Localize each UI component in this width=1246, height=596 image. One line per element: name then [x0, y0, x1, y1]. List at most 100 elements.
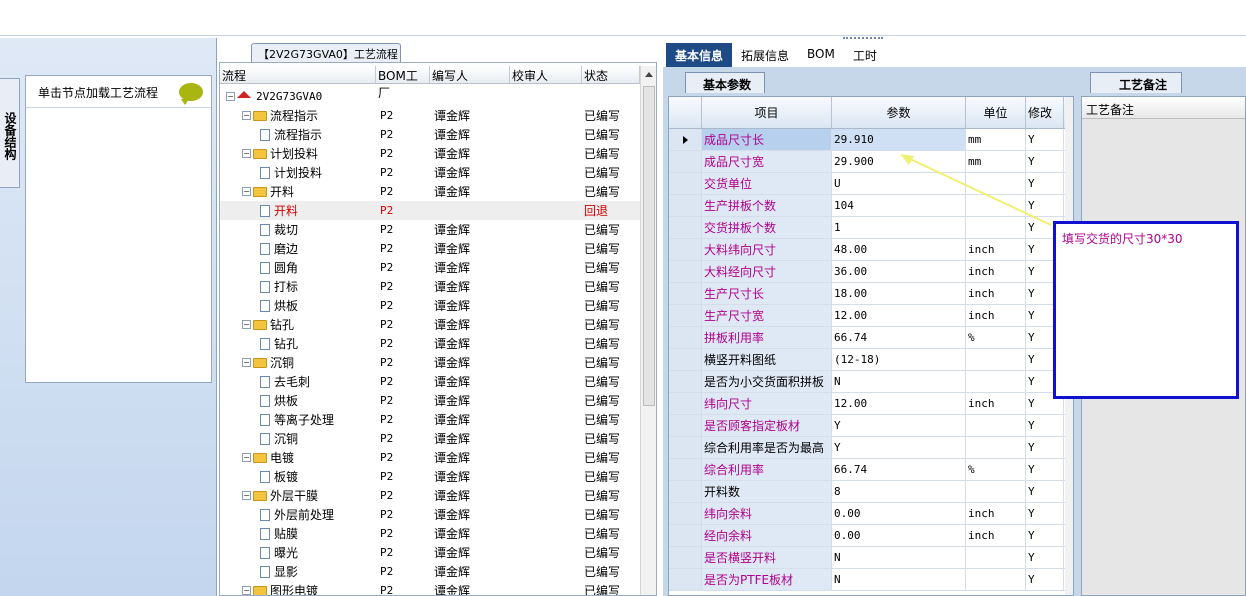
- grid-row[interactable]: 交货拼板个数 1 Y: [669, 217, 1073, 239]
- row-indicator[interactable]: [669, 525, 702, 546]
- subtab-basic-params[interactable]: 基本参数: [685, 72, 765, 93]
- grid-cell-value[interactable]: 66.74: [832, 459, 966, 480]
- row-indicator[interactable]: [669, 129, 702, 150]
- grid-cell-value[interactable]: 8: [832, 481, 966, 502]
- tree-row[interactable]: 沉铜 P2 谭金辉 已编写: [220, 429, 640, 448]
- row-indicator[interactable]: [669, 569, 702, 590]
- grid-row[interactable]: 开料数 8 Y: [669, 481, 1073, 503]
- grid-col-value[interactable]: 参数: [832, 97, 966, 128]
- collapse-icon[interactable]: −: [242, 149, 251, 158]
- tab-extended-info[interactable]: 拓展信息: [732, 43, 798, 67]
- tree-row[interactable]: 贴膜 P2 谭金辉 已编写: [220, 524, 640, 543]
- tree-row[interactable]: − 流程指示 P2 谭金辉 已编写: [220, 106, 640, 125]
- splitter-grip[interactable]: [843, 37, 883, 41]
- grid-cell-value[interactable]: 104: [832, 195, 966, 216]
- grid-cell-value[interactable]: 18.00: [832, 283, 966, 304]
- row-indicator[interactable]: [669, 283, 702, 304]
- tree-row[interactable]: − 钻孔 P2 谭金辉 已编写: [220, 315, 640, 334]
- grid-cell-value[interactable]: 12.00: [832, 393, 966, 414]
- grid-cell-value[interactable]: 36.00: [832, 261, 966, 282]
- tree-row[interactable]: − 外层干膜 P2 谭金辉 已编写: [220, 486, 640, 505]
- grid-cell-value[interactable]: 66.74: [832, 327, 966, 348]
- tree-row[interactable]: 等离子处理 P2 谭金辉 已编写: [220, 410, 640, 429]
- grid-col-item[interactable]: 项目: [702, 97, 832, 128]
- tree-row[interactable]: 去毛刺 P2 谭金辉 已编写: [220, 372, 640, 391]
- grid-cell-value[interactable]: N: [832, 371, 966, 392]
- col-header-reviewer[interactable]: 校审人: [510, 66, 582, 83]
- tree-row[interactable]: − 开料 P2 谭金辉 已编写: [220, 182, 640, 201]
- grid-row[interactable]: 拼板利用率 66.74% Y: [669, 327, 1073, 349]
- collapse-icon[interactable]: −: [242, 187, 251, 196]
- row-indicator[interactable]: [669, 481, 702, 502]
- tree-row[interactable]: − 沉铜 P2 谭金辉 已编写: [220, 353, 640, 372]
- grid-cell-value[interactable]: Y: [832, 437, 966, 458]
- grid-cell-value[interactable]: 29.910: [832, 129, 966, 150]
- grid-row[interactable]: 生产拼板个数 104 Y: [669, 195, 1073, 217]
- row-indicator[interactable]: [669, 173, 702, 194]
- grid-col-mod[interactable]: 修改: [1026, 97, 1064, 128]
- col-header-bom[interactable]: BOM工厂: [376, 66, 430, 100]
- row-indicator[interactable]: [669, 261, 702, 282]
- row-indicator[interactable]: [669, 195, 702, 216]
- tree-row[interactable]: 烘板 P2 谭金辉 已编写: [220, 391, 640, 410]
- tree-row[interactable]: 曝光 P2 谭金辉 已编写: [220, 543, 640, 562]
- row-indicator[interactable]: [669, 151, 702, 172]
- grid-row[interactable]: 纬向余料 0.00 inch Y: [669, 503, 1073, 525]
- tree-row[interactable]: − 图形电镀 P2 谭金辉 已编写: [220, 581, 640, 595]
- row-indicator[interactable]: [669, 547, 702, 568]
- grid-row[interactable]: 经向余料 0.00 inch Y: [669, 525, 1073, 547]
- grid-cell-value[interactable]: 29.900: [832, 151, 966, 172]
- row-indicator[interactable]: [669, 217, 702, 238]
- row-indicator[interactable]: [669, 239, 702, 260]
- grid-cell-value[interactable]: 48.00: [832, 239, 966, 260]
- grid-col-unit[interactable]: 单位: [966, 97, 1026, 128]
- tree-row[interactable]: 板镀 P2 谭金辉 已编写: [220, 467, 640, 486]
- grid-row[interactable]: 是否为PTFE板材 N Y: [669, 569, 1073, 591]
- collapse-icon[interactable]: −: [242, 491, 251, 500]
- grid-cell-value[interactable]: (12-18): [832, 349, 966, 370]
- tree-row[interactable]: 烘板 P2 谭金辉 已编写: [220, 296, 640, 315]
- tree-row[interactable]: 外层前处理 P2 谭金辉 已编写: [220, 505, 640, 524]
- tree-row[interactable]: 流程指示 P2 谭金辉 已编写: [220, 125, 640, 144]
- tree-row[interactable]: 磨边 P2 谭金辉 已编写: [220, 239, 640, 258]
- tree-row[interactable]: 开料 P2 回退: [220, 201, 640, 220]
- grid-row[interactable]: 大料经向尺寸 36.00 inch Y: [669, 261, 1073, 283]
- tab-process-notes[interactable]: 工艺备注: [1090, 72, 1182, 93]
- tree-row[interactable]: 钻孔 P2 谭金辉 已编写: [220, 334, 640, 353]
- tab-basic-info[interactable]: 基本信息: [666, 43, 733, 67]
- grid-cell-value[interactable]: 0.00: [832, 503, 966, 524]
- row-indicator[interactable]: [669, 349, 702, 370]
- grid-cell-value[interactable]: Y: [832, 415, 966, 436]
- row-indicator[interactable]: [669, 415, 702, 436]
- row-indicator[interactable]: [669, 305, 702, 326]
- col-header-state[interactable]: 状态: [582, 66, 640, 83]
- grid-cell-value[interactable]: 1: [832, 217, 966, 238]
- row-indicator[interactable]: [669, 437, 702, 458]
- collapse-icon[interactable]: −: [242, 320, 251, 329]
- col-header-process[interactable]: 流程: [220, 66, 376, 83]
- scrollbar-thumb[interactable]: [643, 86, 655, 406]
- col-header-writer[interactable]: 编写人: [430, 66, 510, 83]
- grid-row[interactable]: 成品尺寸宽 29.900 mm Y: [669, 151, 1073, 173]
- grid-row[interactable]: 是否横竖开料 N Y: [669, 547, 1073, 569]
- collapse-icon[interactable]: −: [242, 453, 251, 462]
- grid-row[interactable]: 横竖开料图纸 (12-18) Y: [669, 349, 1073, 371]
- grid-row[interactable]: 综合利用率 66.74% Y: [669, 459, 1073, 481]
- collapse-icon[interactable]: −: [242, 111, 251, 120]
- grid-row[interactable]: 生产尺寸长 18.00 inch Y: [669, 283, 1073, 305]
- tree-root-node[interactable]: − 2V2G73GVA0: [220, 87, 640, 106]
- grid-cell-value[interactable]: N: [832, 547, 966, 568]
- tab-bom[interactable]: BOM: [798, 43, 844, 67]
- grid-row[interactable]: 是否顾客指定板材 Y Y: [669, 415, 1073, 437]
- grid-row[interactable]: 大料纬向尺寸 48.00 inch Y: [669, 239, 1073, 261]
- row-indicator[interactable]: [669, 393, 702, 414]
- grid-row[interactable]: 纬向尺寸 12.00 inch Y: [669, 393, 1073, 415]
- row-indicator[interactable]: [669, 371, 702, 392]
- tree-row[interactable]: 圆角 P2 谭金辉 已编写: [220, 258, 640, 277]
- tab-work-hours[interactable]: 工时: [844, 43, 886, 67]
- vertical-tab-device-structure[interactable]: 设备结构: [0, 78, 20, 188]
- grid-row[interactable]: 生产尺寸宽 12.00 inch Y: [669, 305, 1073, 327]
- tree-row[interactable]: 显影 P2 谭金辉 已编写: [220, 562, 640, 581]
- tree-row[interactable]: − 计划投料 P2 谭金辉 已编写: [220, 144, 640, 163]
- grid-cell-value[interactable]: N: [832, 569, 966, 590]
